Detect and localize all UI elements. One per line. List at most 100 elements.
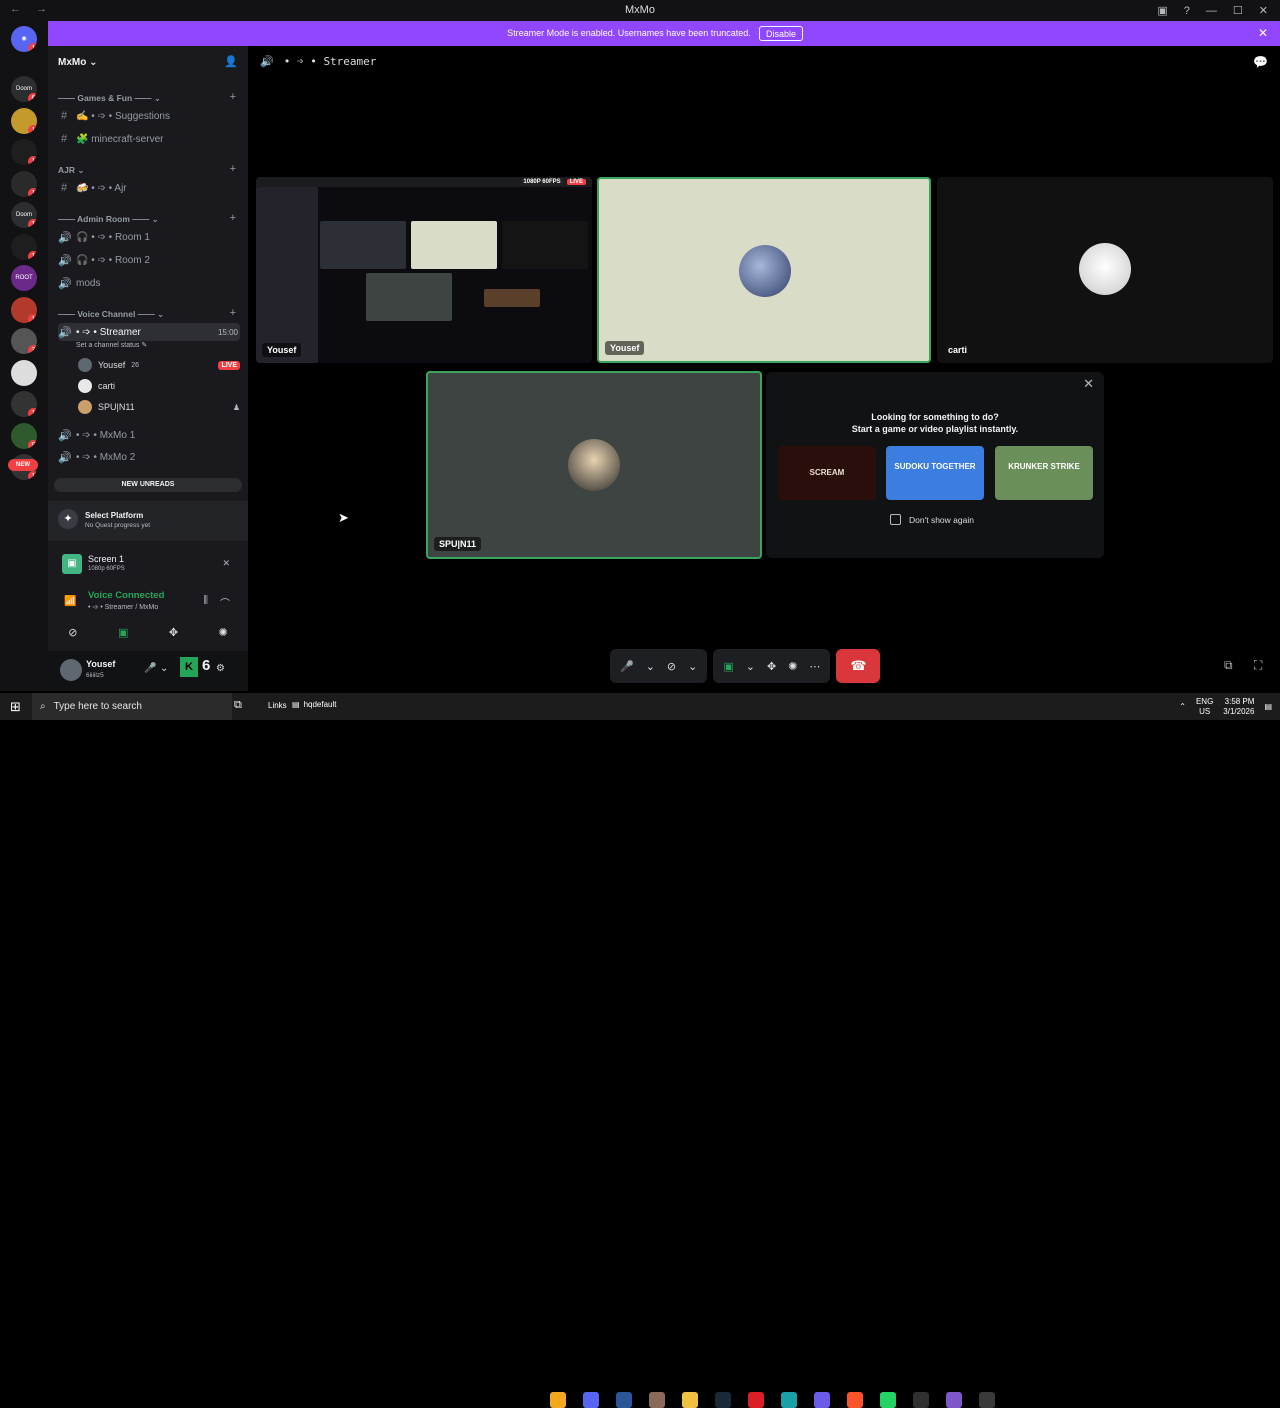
windows-start-icon[interactable]: ⊞ xyxy=(10,699,21,715)
discord-alt-app-icon[interactable] xyxy=(946,1392,962,1408)
new-unreads-pill[interactable]: NEW UNREADS xyxy=(54,478,242,492)
channel-mxmo1[interactable]: 🔊 • ➩ • MxMo 1 xyxy=(58,426,240,444)
disable-button[interactable]: Disable xyxy=(759,26,804,41)
chevron-down-icon[interactable]: ⌄ xyxy=(746,660,755,673)
activities-icon[interactable]: ✥ xyxy=(169,626,178,639)
voice-user-carti[interactable]: carti xyxy=(78,377,240,395)
server-icon[interactable]: 1 xyxy=(11,139,37,165)
whatsapp-app-icon[interactable] xyxy=(880,1392,896,1408)
screen-share-icon[interactable]: ▣ xyxy=(118,626,128,639)
server-icon[interactable]: ROOT xyxy=(11,265,37,291)
task-view-icon[interactable]: ⧉ xyxy=(234,699,242,712)
photos-app-icon[interactable] xyxy=(649,1392,665,1408)
explorer-app-icon[interactable] xyxy=(682,1392,698,1408)
hqdefault-item[interactable]: ▤ hqdefault xyxy=(292,700,336,709)
mic-icon[interactable]: 🎤 xyxy=(620,660,634,673)
activities-icon[interactable]: ✥ xyxy=(767,660,776,673)
voice-user-spu[interactable]: SPU|N11 ♟ xyxy=(78,398,240,416)
spu-tile[interactable]: SPU|N11 xyxy=(426,371,762,559)
chevron-down-icon[interactable]: ⌄ xyxy=(646,660,655,673)
channel-room1[interactable]: 🔊 🎧 • ➩ • Room 1 xyxy=(58,228,240,246)
add-channel-icon[interactable]: + xyxy=(230,91,236,103)
add-channel-icon[interactable]: + xyxy=(230,307,236,319)
carti-tile[interactable]: carti xyxy=(937,177,1273,363)
server-icon[interactable] xyxy=(11,359,37,386)
clock[interactable]: 3:58 PM 3/1/2026 xyxy=(1223,697,1254,717)
adobe-app-icon[interactable] xyxy=(748,1392,764,1408)
invite-icon[interactable]: 👤 xyxy=(224,55,238,68)
channel-status[interactable]: Set a channel status ✎ xyxy=(76,341,147,349)
notifications-icon[interactable]: ▤ xyxy=(1264,702,1272,711)
server-name[interactable]: MxMo ⌄ xyxy=(58,57,98,68)
close-icon[interactable]: ✕ xyxy=(1083,376,1094,392)
hang-up-button[interactable]: ☎ xyxy=(836,649,881,683)
discord-app-icon[interactable] xyxy=(583,1392,599,1408)
tray-chevron-icon[interactable]: ⌃ xyxy=(1179,702,1186,711)
channel-streamer[interactable]: 🔊 • ➩ • Streamer 15:00 xyxy=(58,323,240,341)
steam-app-icon[interactable] xyxy=(715,1392,731,1408)
speedtest-app-icon[interactable] xyxy=(979,1392,995,1408)
category-ajr[interactable]: AJR ⌄ xyxy=(58,165,85,176)
username[interactable]: Yousef xyxy=(86,659,115,669)
mic-icon[interactable]: 🎤 xyxy=(144,663,156,674)
game-card-sudoku[interactable]: SUDOKU TOGETHER xyxy=(886,446,984,500)
game-card-krunker[interactable]: KRUNKER STRIKE xyxy=(995,446,1093,500)
channel-ajr[interactable]: # 🍻 • ➩ • Ajr xyxy=(58,179,240,197)
stop-share-icon[interactable]: ✕ xyxy=(222,558,230,569)
server-icon[interactable]: Doom 1 xyxy=(11,202,37,228)
launcher-app-icon[interactable] xyxy=(814,1392,830,1408)
screen-share-icon[interactable]: ▣ xyxy=(723,660,733,673)
server-icon[interactable]: 1 xyxy=(11,391,37,417)
voice-user-yousef[interactable]: Yousef 26 LIVE xyxy=(78,356,240,374)
settings-gear-icon[interactable]: ⚙ xyxy=(216,663,225,674)
server-icon[interactable]: 1 xyxy=(11,170,37,197)
maximize-icon[interactable]: ☐ xyxy=(1233,4,1243,17)
category-admin[interactable]: —— Admin Room —— ⌄ xyxy=(58,214,159,225)
server-icon[interactable]: 1 xyxy=(11,233,37,260)
soundboard-icon[interactable]: ✺ xyxy=(219,626,228,639)
links-toolbar[interactable]: Links xyxy=(268,701,287,710)
add-channel-icon[interactable]: + xyxy=(230,163,236,175)
category-games[interactable]: —— Games & Fun —— ⌄ xyxy=(58,93,161,104)
chevron-down-icon[interactable]: ⌄ xyxy=(160,663,168,674)
voice-connected-title[interactable]: Voice Connected xyxy=(88,590,164,601)
close-window-icon[interactable]: ✕ xyxy=(1259,4,1268,17)
category-voice[interactable]: —— Voice Channel —— ⌄ xyxy=(58,309,164,320)
taskbar-search[interactable]: ⌕ Type here to search xyxy=(32,693,232,720)
dont-show-checkbox[interactable] xyxy=(890,514,901,525)
soundboard-icon[interactable]: ✺ xyxy=(788,660,797,673)
add-channel-icon[interactable]: + xyxy=(230,212,236,224)
burger-app-icon[interactable] xyxy=(550,1392,566,1408)
fullscreen-icon[interactable]: ⛶ xyxy=(1254,658,1262,673)
banner-close-icon[interactable]: ✕ xyxy=(1258,26,1268,40)
disconnect-icon[interactable]: ⌒ xyxy=(220,595,230,610)
camera-off-icon[interactable]: ⊘ xyxy=(667,660,676,673)
popout-icon[interactable]: ⧉ xyxy=(1224,658,1233,673)
video-off-icon[interactable]: ⊘ xyxy=(68,626,77,639)
more-icon[interactable]: ⋯ xyxy=(809,660,820,673)
k-icon[interactable]: K xyxy=(180,657,198,677)
server-icon[interactable]: 9 xyxy=(11,422,37,449)
channel-suggestions[interactable]: # ✍️ • ➩ • Suggestions xyxy=(58,107,240,125)
word-app-icon[interactable] xyxy=(616,1392,632,1408)
server-icon[interactable]: 1 xyxy=(11,296,37,323)
signal-icon[interactable]: 📶 xyxy=(64,596,76,607)
channel-mxmo2[interactable]: 🔊 • ➩ • MxMo 2 xyxy=(58,448,240,466)
screen-share-panel[interactable]: ▣ Screen 1 1080p 60FPS ✕ xyxy=(48,546,248,582)
help-icon[interactable]: ? xyxy=(1184,5,1190,17)
channel-minecraft[interactable]: # 🧩 minecraft-server xyxy=(58,130,240,148)
server-icon[interactable]: 3 xyxy=(11,328,37,354)
brave-app-icon[interactable] xyxy=(847,1392,863,1408)
chevron-down-icon[interactable]: ⌄ xyxy=(688,660,697,673)
dont-show-again[interactable]: Don't show again xyxy=(890,514,974,525)
server-icon[interactable]: 1 xyxy=(11,107,37,134)
stream-tile[interactable]: 1080P 60FPS LIVE Yousef xyxy=(256,177,592,363)
minimize-icon[interactable]: — xyxy=(1206,5,1217,17)
channel-room2[interactable]: 🔊 🎧 • ➩ • Room 2 xyxy=(58,251,240,269)
language-indicator[interactable]: ENG US xyxy=(1196,697,1213,717)
new-pill[interactable]: NEW xyxy=(8,459,38,471)
game-card-scream[interactable]: SCREAM xyxy=(778,446,876,500)
chat-icon[interactable]: 💬 xyxy=(1253,55,1268,69)
server-icon[interactable]: Doom 6 xyxy=(11,76,37,102)
yousef-tile[interactable]: Yousef xyxy=(597,177,931,363)
